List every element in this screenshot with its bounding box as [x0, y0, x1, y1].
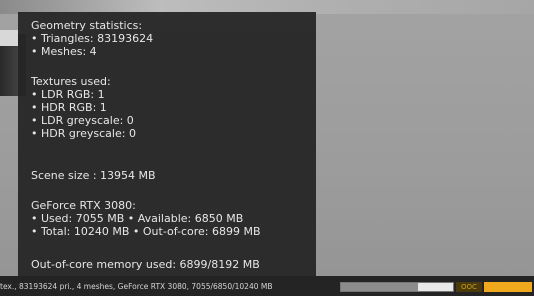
ldr-rgb-count: • LDR RGB: 1 — [31, 88, 105, 101]
memory-usage-bar — [340, 282, 454, 292]
status-bar: tex., 83193624 pri., 4 meshes, GeForce R… — [0, 276, 534, 296]
triangles-count: • Triangles: 83193624 — [31, 32, 154, 45]
textures-heading: Textures used: — [31, 75, 111, 88]
scene-object-light — [0, 30, 18, 46]
ldr-greyscale-count: • LDR greyscale: 0 — [31, 114, 134, 127]
hdr-greyscale-count: • HDR greyscale: 0 — [31, 127, 136, 140]
render-progress-bar — [484, 282, 532, 292]
status-text: tex., 83193624 pri., 4 meshes, GeForce R… — [0, 282, 273, 291]
gpu-heading: GeForce RTX 3080: — [31, 199, 136, 212]
memory-usage-fill — [341, 283, 419, 291]
scene-size: Scene size : 13954 MB — [31, 169, 156, 182]
ooc-badge: OOC — [456, 282, 482, 292]
gpu-total-ooc: • Total: 10240 MB • Out-of-core: 6899 MB — [31, 225, 261, 238]
hdr-rgb-count: • HDR RGB: 1 — [31, 101, 107, 114]
geometry-heading: Geometry statistics: — [31, 19, 143, 32]
statistics-overlay: Geometry statistics: • Triangles: 831936… — [18, 12, 316, 276]
gpu-used-available: • Used: 7055 MB • Available: 6850 MB — [31, 212, 244, 225]
meshes-count: • Meshes: 4 — [31, 45, 97, 58]
ooc-memory-used: Out-of-core memory used: 6899/8192 MB — [31, 258, 260, 271]
